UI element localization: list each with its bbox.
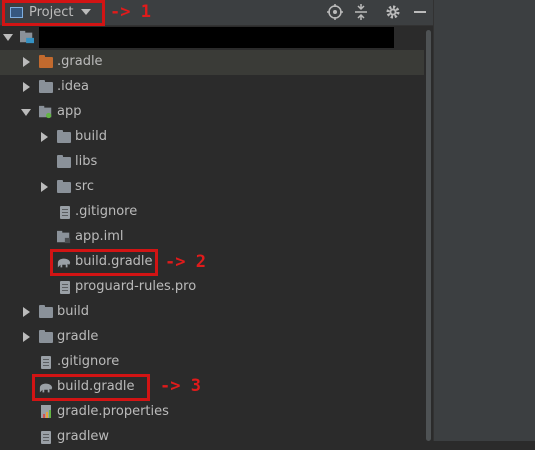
tree-row-gitignore[interactable]: .gitignore [0,350,424,375]
folder-icon [57,180,71,193]
annotation-label-1: -> 1 [110,2,151,22]
tree-row-label: .idea [57,79,89,94]
chevron-down-icon[interactable] [21,109,31,116]
tree-row-label: gradle.properties [57,404,169,419]
scrollbar-thumb[interactable] [426,30,431,441]
target-icon[interactable] [326,3,344,21]
chevron-right-icon[interactable] [23,332,30,342]
folder-icon [57,155,71,168]
tree-row-label: .gitignore [75,204,138,219]
gear-icon[interactable] [384,3,402,21]
text-file-icon [60,281,70,294]
tree-row-app[interactable]: app [0,100,424,125]
tree-row-label: build [75,129,107,144]
annotation-label-2: -> 2 [165,252,206,272]
tree-row-label: .gitignore [57,354,120,369]
collapse-all-icon[interactable] [352,3,370,21]
chevron-right-icon[interactable] [41,132,48,142]
text-file-icon [60,206,70,219]
folder-icon [39,330,53,343]
chevron-right-icon[interactable] [41,182,48,192]
tree-row-app-gitignore[interactable]: .gitignore [0,200,424,225]
iml-file-icon [57,230,71,244]
folder-icon [57,130,71,143]
properties-file-icon [41,405,51,418]
chevron-right-icon[interactable] [23,57,30,67]
tree-row-gradle[interactable]: gradle [0,325,424,350]
tree-row-label: libs [75,154,98,169]
text-file-icon [41,431,51,444]
chevron-right-icon[interactable] [23,307,30,317]
annotation-box-1 [2,0,105,26]
module-folder-icon [20,30,34,44]
tree-row-gradlew[interactable]: gradlew [0,425,424,450]
tree-row-label: app.iml [75,229,124,244]
tree-row-label: src [75,179,94,194]
tree-row-label: app [57,104,82,119]
tree-row-libs[interactable]: libs [0,150,424,175]
tree-row-dot-gradle[interactable]: .gradle [0,50,424,75]
tree-row-label: gradle [57,329,99,344]
tree-row-label: build [57,304,89,319]
tree-row-gradle-properties[interactable]: gradle.properties [0,400,424,425]
tree-row-app-iml[interactable]: app.iml [0,225,424,250]
tree-row-dot-idea[interactable]: .idea [0,75,424,100]
module-folder-icon [39,105,52,119]
folder-icon [39,80,53,93]
tree-row-src[interactable]: src [0,175,424,200]
tree-row-app-build[interactable]: build [0,125,424,150]
annotation-label-3: -> 3 [160,376,201,396]
text-file-icon [41,356,51,369]
tree-row-label: .gradle [57,54,103,69]
chevron-right-icon[interactable] [23,82,30,92]
tree-row-label: proguard-rules.pro [75,279,197,294]
tree-row-proguard[interactable]: proguard-rules.pro [0,275,424,300]
tree-row-root[interactable] [0,25,424,50]
chevron-down-icon[interactable] [3,34,13,41]
annotation-box-3 [32,374,150,401]
folder-icon [39,55,53,68]
minimize-icon[interactable] [411,3,429,21]
tree-row-build[interactable]: build [0,300,424,325]
annotation-box-2 [50,249,158,276]
tree-row-label: gradlew [57,429,110,444]
folder-icon [39,305,53,318]
editor-side-panel [433,0,535,441]
redacted-project-name [39,27,394,48]
